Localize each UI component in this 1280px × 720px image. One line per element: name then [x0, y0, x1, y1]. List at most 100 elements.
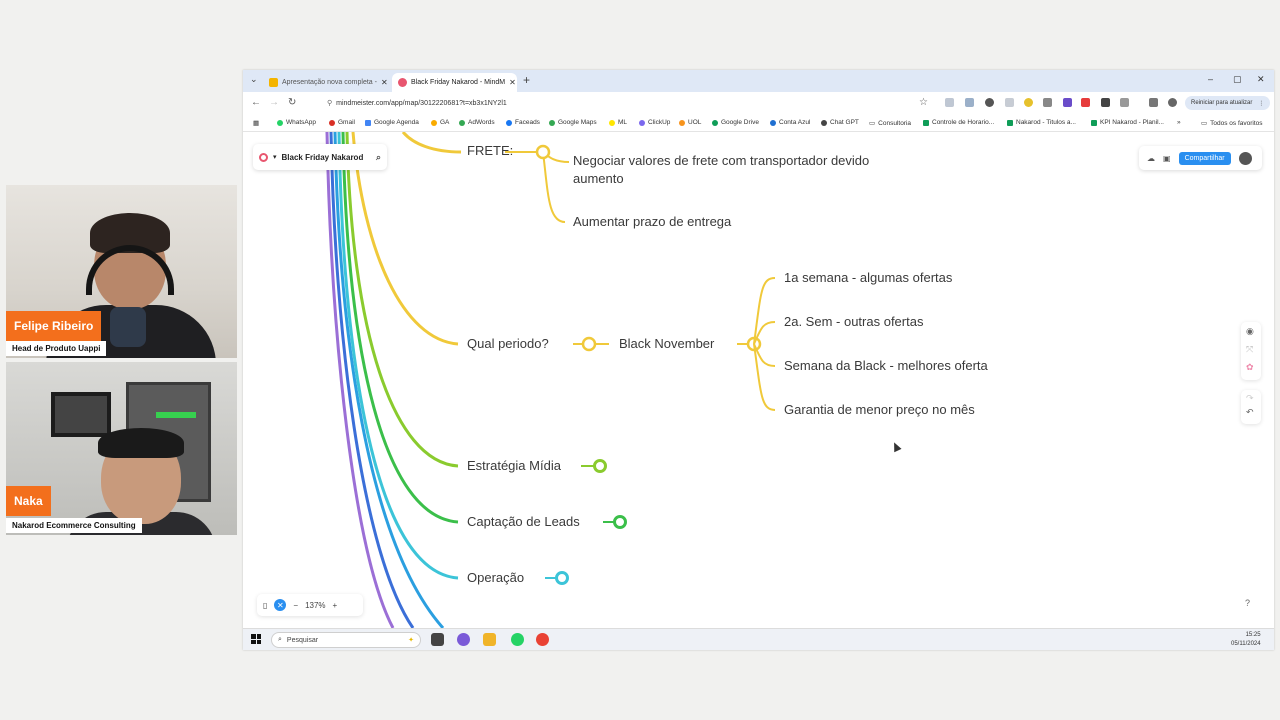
bookmark-chat-gpt[interactable]: Chat GPT [821, 119, 859, 126]
zoom-in-button[interactable]: + [333, 601, 338, 610]
node-bn-semana1[interactable]: 1a semana - algumas ofertas [784, 269, 952, 287]
media-icon[interactable] [1149, 98, 1158, 107]
share-button[interactable]: Compartilhar [1178, 151, 1231, 165]
extension-icon[interactable] [985, 98, 994, 107]
extension-icon[interactable] [1081, 98, 1090, 107]
extension-icon[interactable] [1063, 98, 1072, 107]
back-icon[interactable]: ← [251, 97, 261, 108]
apps-grid-icon[interactable]: ▦ [253, 119, 259, 127]
user-avatar[interactable] [1238, 151, 1252, 165]
whatsapp-icon[interactable] [511, 633, 524, 646]
new-tab-icon[interactable]: + [523, 73, 530, 87]
bookmark-label: ClickUp [648, 119, 671, 126]
bookmark-star-icon[interactable]: ☆ [919, 97, 928, 108]
restart-to-update-button[interactable]: Reiniciar para atualizar ⋮ [1185, 96, 1271, 110]
node-qual-periodo[interactable]: Qual periodo? [467, 335, 549, 353]
url-field[interactable]: ⚲ mindmeister.com/app/map/3012220681?t=x… [323, 95, 933, 111]
bookmark-clickup[interactable]: ClickUp [639, 119, 670, 126]
chrome-icon[interactable] [536, 633, 549, 646]
bookmark-consultoria[interactable]: ▭ Consultoria [869, 119, 911, 128]
tab-apresentacao[interactable]: Apresentação nova completa - ✕ [263, 73, 388, 92]
close-icon[interactable]: ✕ [381, 78, 388, 87]
cloud-sync-icon[interactable]: ☁ [1147, 154, 1155, 163]
extension-icon[interactable] [1024, 98, 1033, 107]
node-frete-negociar[interactable]: Negociar valores de frete com transporta… [573, 152, 913, 188]
close-icon[interactable]: ✕ [274, 599, 287, 611]
bookmark-google-agenda[interactable]: Google Agenda [365, 119, 419, 126]
node-captacao-leads[interactable]: Captação de Leads [467, 513, 580, 531]
map-title-box[interactable]: ▾ Black Friday Nakarod ⌕ [253, 144, 387, 170]
zoom-out-button[interactable]: − [293, 601, 298, 610]
bookmark-label: Nakarod - Titulos a... [1016, 119, 1076, 126]
bookmark-nakarod-titulos[interactable]: Nakarod - Titulos a... [1007, 119, 1076, 126]
extension-icon[interactable] [965, 98, 974, 107]
sheets-icon [1091, 119, 1097, 126]
bookmark-google-drive[interactable]: Google Drive [712, 119, 759, 126]
profile-icon[interactable] [1168, 98, 1177, 107]
bookmark-ml[interactable]: ML [609, 119, 627, 126]
present-icon[interactable]: ▣ [1163, 154, 1171, 163]
copilot-icon[interactable] [457, 633, 470, 646]
windows-start-icon[interactable] [251, 634, 261, 644]
file-explorer-icon[interactable] [483, 633, 496, 646]
bookmark-controle-horario[interactable]: Controle de Horario... [923, 119, 994, 126]
more-menu-icon[interactable]: ⋮ [1258, 100, 1264, 107]
taskbar-search[interactable]: ⌕ Pesquisar ✦ [271, 632, 421, 648]
view-icon[interactable]: ◉ [1246, 326, 1254, 337]
chevron-down-icon[interactable]: ▾ [273, 153, 277, 161]
node-estrategia-midia[interactable]: Estratégia Mídia [467, 457, 561, 475]
node-frete-prazo[interactable]: Aumentar prazo de entrega [573, 213, 731, 231]
extension-icon[interactable] [945, 98, 954, 107]
bookmark-google-maps[interactable]: Google Maps [549, 119, 597, 126]
bookmark-ga[interactable]: GA [431, 119, 449, 126]
redo-icon[interactable]: ↷ [1246, 393, 1254, 404]
more-bookmarks-icon[interactable]: » [1177, 119, 1181, 126]
bookmark-conta-azul[interactable]: Conta Azul [770, 119, 810, 126]
person-hair [98, 428, 184, 458]
tab-search-icon[interactable]: ⌄ [250, 74, 258, 85]
node-bn-semana2[interactable]: 2a. Sem - outras ofertas [784, 313, 923, 331]
node-black-november[interactable]: Black November [619, 335, 714, 353]
page-icon[interactable]: ▯ [263, 601, 267, 610]
node-operacao[interactable]: Operação [467, 569, 524, 587]
reload-icon[interactable]: ↻ [288, 97, 296, 108]
theme-icon[interactable]: ✿ [1246, 362, 1254, 373]
bookmark-kpi-nakarod[interactable]: KPI Nakarod - Planil... [1091, 119, 1164, 126]
node-bn-semana-black[interactable]: Semana da Black - melhores oferta [784, 357, 988, 375]
fit-screen-icon[interactable]: ⤧ [1246, 344, 1253, 355]
extension-icon[interactable] [1005, 98, 1014, 107]
minimize-icon[interactable]: – [1208, 74, 1213, 84]
bookmark-uol[interactable]: UOL [679, 119, 701, 126]
all-favorites-folder[interactable]: ▭ Todos os favoritos [1201, 119, 1263, 128]
site-info-icon[interactable]: ⚲ [327, 99, 332, 107]
extension-icon[interactable] [1043, 98, 1052, 107]
mindmap-canvas[interactable]: FRETE: Negociar valores de frete com tra… [243, 132, 1274, 628]
gmail-icon [329, 119, 335, 126]
node-bn-garantia[interactable]: Garantia de menor preço no mês [784, 401, 975, 419]
forward-icon[interactable]: → [269, 97, 279, 108]
help-icon[interactable]: ? [1245, 598, 1250, 608]
bookmark-faceads[interactable]: Faceads [506, 119, 540, 126]
maximize-icon[interactable]: ▢ [1233, 74, 1242, 85]
bookmark-adwords[interactable]: AdWords [459, 119, 495, 126]
bookmark-gmail[interactable]: Gmail [329, 119, 355, 126]
tab-black-friday[interactable]: Black Friday Nakarod - MindM ✕ [392, 73, 517, 92]
search-icon[interactable]: ⌕ [376, 152, 381, 163]
node-frete[interactable]: FRETE: [467, 142, 513, 160]
zoom-toolbar: ▯ ✕ − 137% + [257, 594, 363, 616]
bookmark-label: Todos os favoritos [1210, 119, 1263, 127]
extension-icon[interactable] [1101, 98, 1110, 107]
webcam-naka: Naka [6, 362, 237, 535]
slides-icon [269, 78, 278, 87]
undo-icon[interactable]: ↶ [1246, 407, 1254, 418]
restart-label: Reiniciar para atualizar [1191, 100, 1253, 106]
system-clock[interactable]: 15:25 05/11/2024 [1231, 631, 1261, 649]
bookmarks-bar: ▦ WhatsApp Gmail Google Agenda GA AdWord… [243, 114, 1274, 132]
close-window-icon[interactable]: ✕ [1257, 74, 1265, 85]
bookmark-label: Google Agenda [374, 119, 419, 126]
task-view-icon[interactable] [431, 633, 444, 646]
bookmark-label: Google Drive [721, 119, 759, 126]
close-icon[interactable]: ✕ [509, 78, 516, 87]
extensions-puzzle-icon[interactable] [1120, 98, 1129, 107]
bookmark-whatsapp[interactable]: WhatsApp [277, 119, 316, 126]
